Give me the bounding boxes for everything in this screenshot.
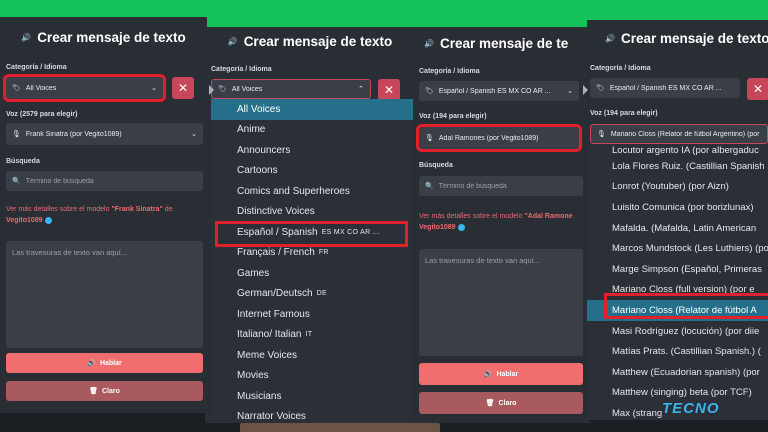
panel-spanish-voices: 🔊 Crear mensaje de te Categoría / Idioma… [414,27,590,423]
category-option[interactable]: Cartoons [211,161,413,182]
voice-option[interactable]: Masi Rodríguez (locución) (por diie [587,321,768,342]
text-input[interactable]: Las travesuras de texto van aquí... [6,241,203,348]
panel-header: 🔊 Crear mensaje de texto [587,28,768,48]
speak-button[interactable]: 🔊 Hablar [419,363,583,385]
panel-voice-list: 🔊 Crear mensaje de texto Categoría / Idi… [587,20,768,420]
category-option[interactable]: Italiano/ Italian IT [211,325,413,346]
tag-icon: 🏷 [596,85,605,92]
speaker-icon: 🔊 [605,33,615,43]
clear-button[interactable]: 🗑 Claro [419,392,583,414]
category-dropdown-list: All Voices Anime Announcers Cartoons Com… [211,99,413,423]
voice-option[interactable]: Lola Flores Ruiz. (Castillian Spanish [587,156,768,177]
category-option[interactable]: Distinctive Voices [211,202,413,223]
microphone-icon: 🎙 [12,131,21,138]
category-option[interactable]: Meme Voices [211,345,413,366]
voice-option[interactable]: Matthew (Ecuadorian spanish) (por [587,362,768,383]
clear-category-button[interactable]: ✕ [378,79,400,101]
info-icon[interactable] [457,223,465,231]
speaker-icon: 🔊 [424,38,434,48]
category-option[interactable]: Internet Famous [211,304,413,325]
clear-button[interactable]: 🗑 Claro [6,381,203,401]
trash-icon: 🗑 [89,388,98,395]
voice-select[interactable]: 🎙 Frank Sinatra (por Vegito1089) ⌄ [6,123,203,145]
text-input[interactable]: Las travesuras de texto van aquí... [419,249,583,356]
search-input[interactable]: 🔍 Término de búsqueda [419,176,583,196]
tag-icon: 🏷 [218,86,227,93]
chevron-down-icon: ⌄ [191,131,197,138]
voice-option[interactable]: Mafalda. (Mafalda, Latin American [587,218,768,239]
category-option[interactable]: Musicians [211,386,413,407]
clear-category-button[interactable]: ✕ [172,77,194,99]
speaker-icon: 🔊 [227,36,238,46]
category-option[interactable]: Movies [211,366,413,387]
search-label: Búsqueda [6,158,40,165]
voice-option[interactable]: Locutor argento IA (por albergaduc [587,144,768,156]
page-title: Crear mensaje de texto [37,29,186,45]
trash-icon: 🗑 [485,400,495,407]
panel-header: 🔊 Crear mensaje de texto [205,31,415,51]
voice-label: Voz (194 para elegir) [590,110,658,117]
model-link[interactable]: "Frank Sinatra" [111,206,162,213]
info-icon[interactable] [44,216,52,224]
category-label: Categoría / Idioma [419,68,480,75]
search-label: Búsqueda [419,162,453,169]
category-label: Categoría / Idioma [211,66,272,73]
speaker-icon: 🔊 [21,32,32,42]
category-option[interactable]: Announcers [211,140,413,161]
author-link[interactable]: Vegito1089 [6,217,43,224]
category-option[interactable]: German/Deutsch DE [211,284,413,305]
microphone-icon: 🎙 [597,131,606,138]
clear-category-button[interactable]: ✕ [747,78,768,100]
highlight-mariano-option [604,293,768,319]
model-info: Ver más detalles sobre el modelo "Adal R… [419,213,573,231]
page-title: Crear mensaje de te [439,35,569,51]
category-select[interactable]: 🏷 All Voices ⌃ [211,79,371,99]
category-option[interactable]: Comics and Superheroes [211,181,413,202]
voice-label: Voz (2579 para elegir) [6,111,78,118]
voice-select[interactable]: 🎙 Mariano Closs (Relator de fútbol Argen… [590,124,768,144]
search-icon: 🔍 [12,178,21,185]
category-select[interactable]: 🏷 All Voices ⌄ [3,74,166,102]
chevron-up-icon: ⌃ [358,86,364,93]
tag-icon: 🏷 [12,85,21,92]
category-select[interactable]: 🏷 Español / Spanish ES MX CO AR ... ⌄ [419,81,579,101]
speak-button[interactable]: 🔊 Hablar [6,353,203,373]
watermark-logo: TECNO [662,400,720,417]
speaker-icon: 🔊 [87,360,96,367]
voice-dropdown-list: Locutor argento IA (por albergaduc Lola … [587,144,768,420]
voice-option[interactable]: Marcos Mundstock (Les Luthiers) (por [587,238,768,259]
microphone-icon: 🎙 [425,135,434,142]
voice-option[interactable]: Luisito Comunica (por borizlunax) [587,197,768,218]
category-option[interactable]: Anime [211,120,413,141]
voice-option[interactable]: Marge Simpson (Español, Primeras [587,259,768,280]
category-label: Categoría / Idioma [590,65,651,72]
category-option[interactable]: All Voices [211,99,413,120]
category-label: Categoría / Idioma [6,64,67,71]
chevron-down-icon: ⌄ [567,88,573,95]
panel-header: 🔊 Crear mensaje de texto [0,27,207,47]
speaker-icon: 🔊 [483,371,493,378]
arrow-icon [583,85,588,95]
voice-select[interactable]: 🎙 Adal Ramones (por Vegito1089) [416,124,582,152]
highlight-spanish-option [215,221,408,247]
model-info: Ver más detalles sobre el modelo "Frank … [6,206,173,224]
voice-label: Voz (194 para elegir) [419,113,487,120]
category-option[interactable]: Narrator Voices [211,407,413,424]
search-icon: 🔍 [425,183,434,190]
page-title: Crear mensaje de texto [243,33,393,49]
search-input[interactable]: 🔍 Término de búsqueda [6,171,203,191]
voice-option[interactable]: Matías Prats. (Castillian Spanish.) ( [587,341,768,362]
category-option[interactable]: Games [211,263,413,284]
panel-all-voices: 🔊 Crear mensaje de texto Categoría / Idi… [0,17,207,413]
tag-icon: 🏷 [425,88,434,95]
voice-option[interactable]: Lonrot (Youtuber) (por Aizn) [587,177,768,198]
category-select[interactable]: 🏷 Español / Spanish ES MX CO AR ... [590,78,740,98]
panel-header: 🔊 Crear mensaje de te [414,33,590,53]
model-link[interactable]: "Adal Ramone [524,213,572,220]
arrow-icon [209,85,214,95]
page-title: Crear mensaje de texto [620,30,768,46]
author-link[interactable]: Vegito1089 [419,224,456,231]
chevron-down-icon: ⌄ [151,85,157,92]
